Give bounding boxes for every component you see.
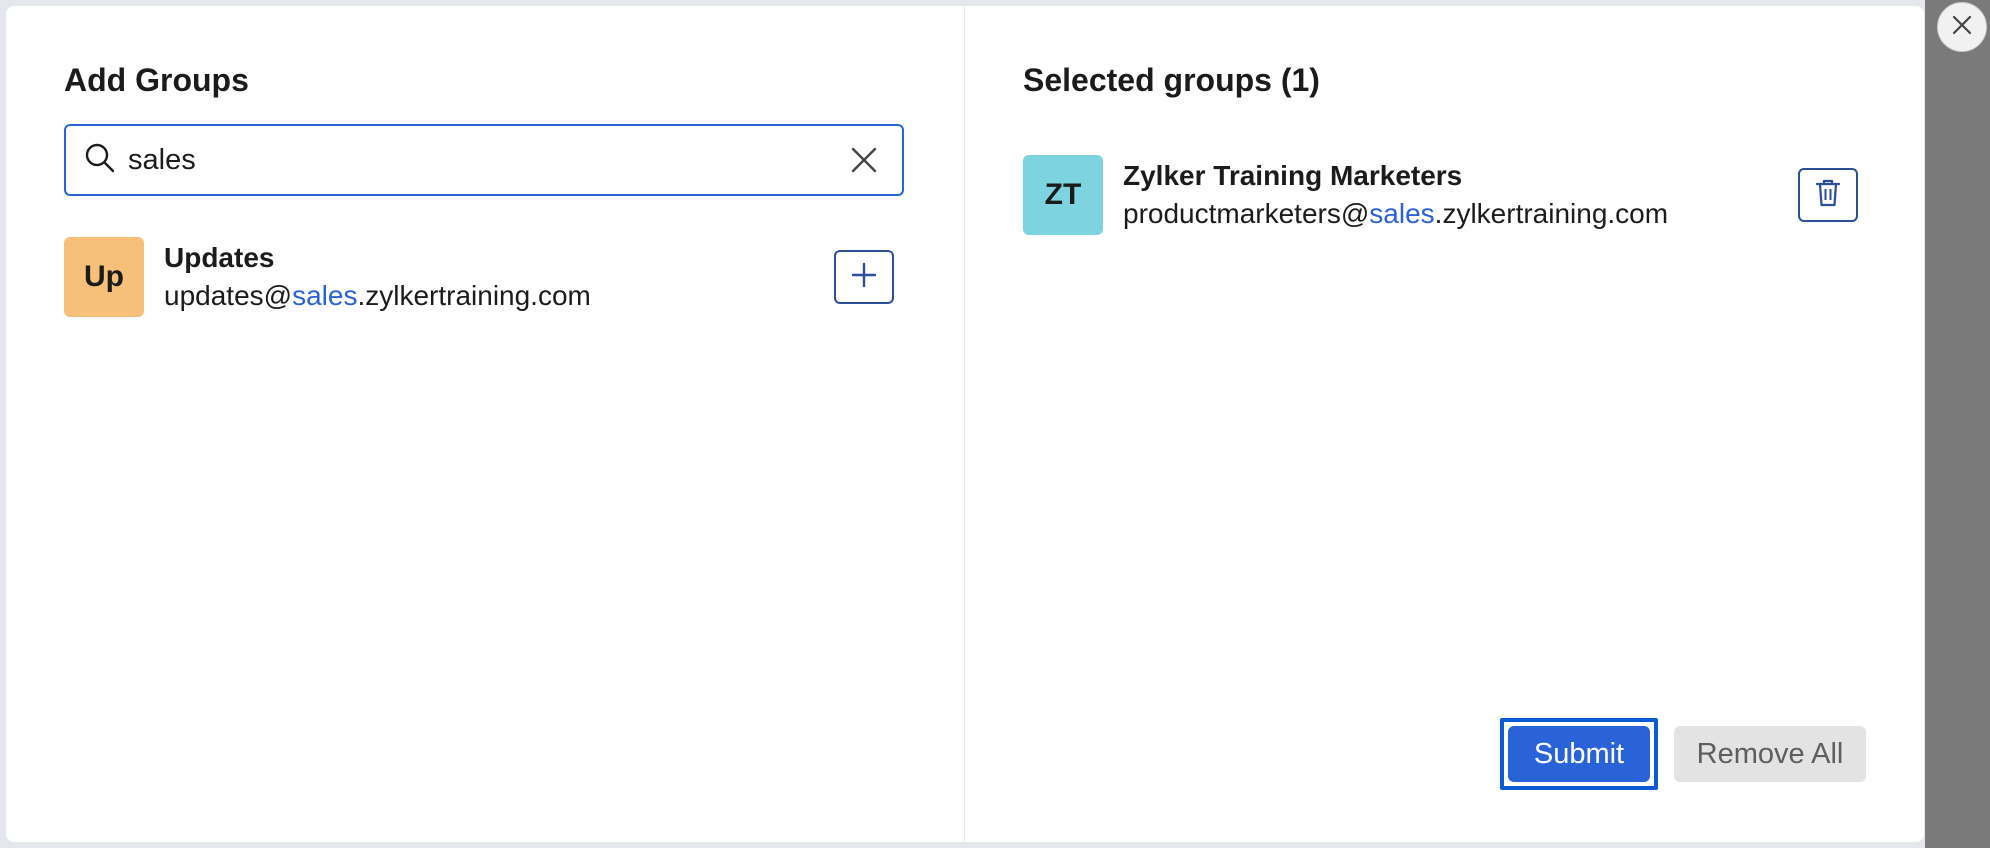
group-name: Updates — [164, 242, 275, 273]
email-highlight: sales — [1369, 198, 1435, 229]
plus-icon — [851, 262, 877, 293]
close-icon — [1951, 14, 1973, 41]
email-highlight: sales — [292, 280, 358, 311]
search-field[interactable] — [64, 124, 904, 196]
group-email: productmarketers@sales.zylkertraining.co… — [1123, 195, 1798, 233]
list-item: ZT Zylker Training Marketers productmark… — [1023, 154, 1858, 236]
add-groups-dialog: Add Groups Up Updates updates@sales.zyl — [6, 6, 1924, 842]
submit-button[interactable]: Submit — [1508, 726, 1650, 782]
remove-group-button[interactable] — [1798, 168, 1858, 222]
close-dialog-button[interactable] — [1937, 2, 1987, 52]
trash-icon — [1815, 178, 1841, 213]
add-groups-title: Add Groups — [64, 62, 249, 98]
avatar: ZT — [1023, 155, 1103, 235]
add-group-button[interactable] — [834, 250, 894, 304]
add-groups-pane: Add Groups Up Updates updates@sales.zyl — [6, 6, 965, 842]
selected-groups-pane: Selected groups (1) ZT Zylker Training M… — [965, 6, 1924, 842]
email-prefix: updates@ — [164, 280, 293, 311]
clear-search-icon[interactable] — [844, 140, 884, 180]
search-icon — [84, 142, 116, 179]
avatar: Up — [64, 237, 144, 317]
submit-focus-ring: Submit — [1500, 718, 1658, 790]
remove-all-button[interactable]: Remove All — [1674, 726, 1866, 782]
group-info: Updates updates@sales.zylkertraining.com — [164, 239, 834, 315]
group-email: updates@sales.zylkertraining.com — [164, 277, 834, 315]
list-item: Up Updates updates@sales.zylkertraining.… — [64, 236, 894, 318]
email-suffix: .zylkertraining.com — [1434, 198, 1669, 229]
group-name: Zylker Training Marketers — [1123, 160, 1463, 191]
search-input[interactable] — [128, 130, 844, 190]
footer-actions: Submit Remove All — [1500, 718, 1866, 790]
email-suffix: .zylkertraining.com — [357, 280, 591, 311]
group-info: Zylker Training Marketers productmarkete… — [1123, 157, 1798, 233]
email-prefix: productmarketers@ — [1123, 198, 1370, 229]
selected-groups-title: Selected groups (1) — [1023, 62, 1320, 98]
